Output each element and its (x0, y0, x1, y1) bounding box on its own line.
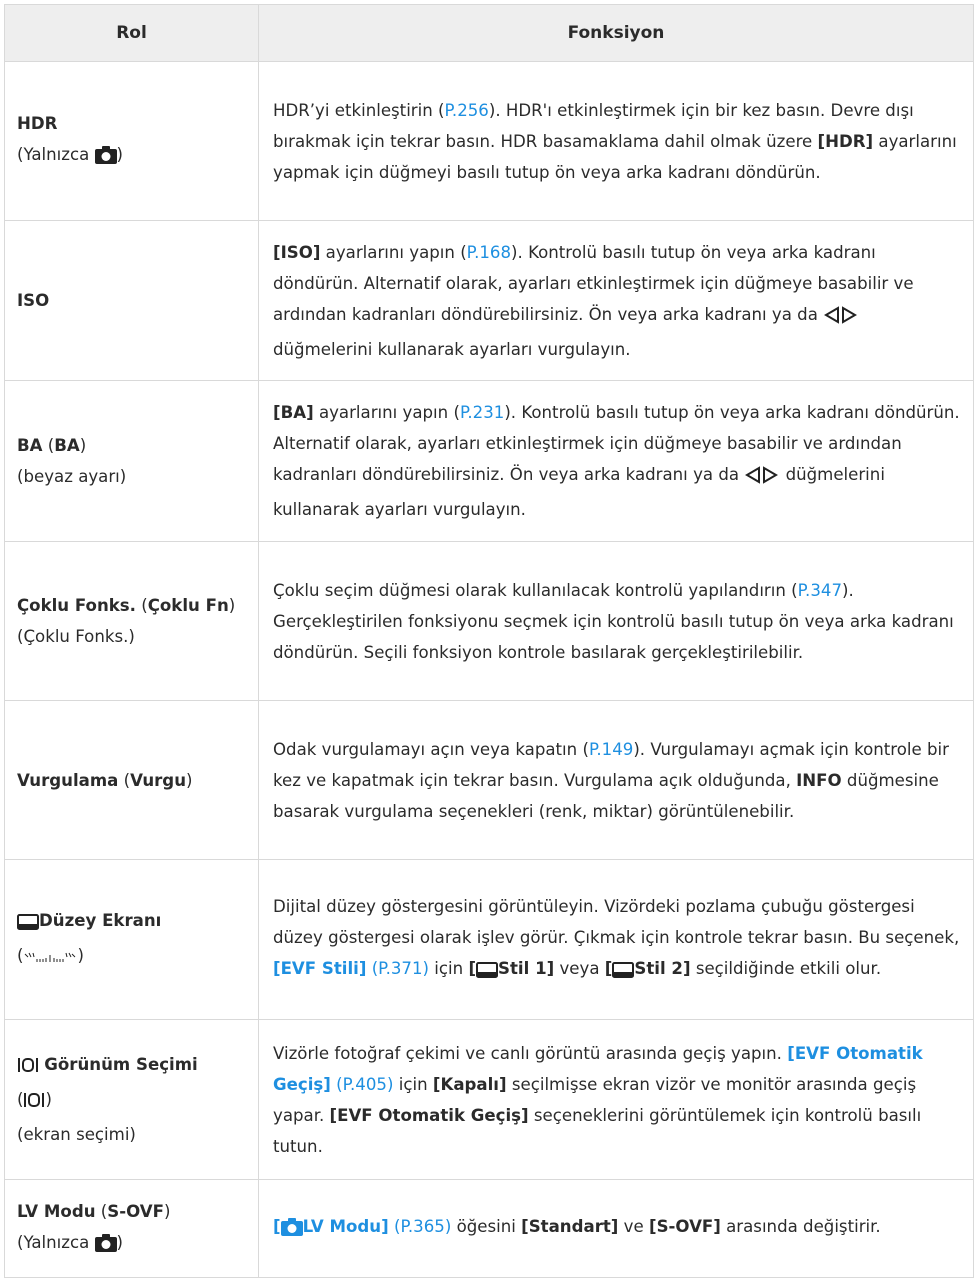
page-link[interactable]: P.347 (798, 581, 842, 600)
evf-style-icon (17, 909, 39, 940)
evf-style-icon (612, 957, 635, 988)
function-cell: Dijital düzey göstergesini görüntüleyin.… (258, 859, 974, 1020)
role-name: HDR (17, 114, 58, 133)
table-row-hdr: HDR (Yalnızca ) HDR’yi etkinleştirin (P.… (4, 61, 974, 221)
role-cell: Çoklu Fonks. (Çoklu Fn) (Çoklu Fonks.) (4, 541, 259, 701)
left-right-arrows-icon (823, 303, 859, 334)
role-name: ISO (17, 291, 50, 310)
role-name: BA (17, 436, 43, 455)
role-sub: (ekran seçimi) (17, 1125, 136, 1144)
camera-icon (94, 1231, 117, 1262)
table-row-multi-function: Çoklu Fonks. (Çoklu Fn) (Çoklu Fonks.) Ç… (4, 541, 974, 701)
role-name: Çoklu Fonks. (17, 596, 136, 615)
function-cell: Odak vurgulamayı açın veya kapatın (P.14… (258, 700, 974, 860)
table-row-iso: ISO [ISO] ayarlarını yapın (P.168). Kont… (4, 220, 974, 381)
camera-icon (280, 1215, 303, 1246)
function-cell: [ISO] ayarlarını yapın (P.168). Kontrolü… (258, 220, 974, 381)
role-cell: HDR (Yalnızca ) (4, 61, 259, 221)
table-row-level-display: Düzey Ekranı () Dijital düzey göstergesi… (4, 859, 974, 1020)
page-link[interactable]: P.231 (460, 403, 504, 422)
page-link[interactable]: P.149 (589, 740, 633, 759)
role-cell: Görünüm Seçimi () (ekran seçimi) (4, 1019, 259, 1180)
header-function: Fonksiyon (258, 4, 974, 62)
role-sub: (Yalnızca (17, 145, 95, 164)
function-cell: [BA] ayarlarını yapın (P.231). Kontrolü … (258, 380, 974, 542)
role-cell: BA (BA) (beyaz ayarı) (4, 380, 259, 542)
role-name: Görünüm Seçimi (44, 1055, 198, 1074)
view-select-icon (17, 1053, 39, 1084)
page-link[interactable]: P.168 (467, 243, 511, 262)
function-cell: Vizörle fotoğraf çekimi ve canlı görüntü… (258, 1019, 974, 1180)
level-gauge-icon (23, 944, 77, 975)
page-link[interactable]: (P.371) (372, 959, 429, 978)
table-row-view-selection: Görünüm Seçimi () (ekran seçimi) Vizörle… (4, 1019, 974, 1180)
page-link[interactable]: (P.365) (394, 1217, 451, 1236)
left-right-arrows-icon (744, 463, 780, 494)
view-select-icon (23, 1088, 45, 1119)
function-table: Rol Fonksiyon HDR (Yalnızca ) HDR’yi etk… (4, 4, 974, 1278)
evf-style-icon (476, 957, 499, 988)
table-header-row: Rol Fonksiyon (4, 4, 974, 62)
page-link[interactable]: P.256 (445, 101, 489, 120)
table-row-ba: BA (BA) (beyaz ayarı) [BA] ayarlarını ya… (4, 380, 974, 542)
header-role: Rol (4, 4, 259, 62)
function-cell: HDR’yi etkinleştirin (P.256). HDR'ı etki… (258, 61, 974, 221)
role-name: Vurgulama (17, 770, 119, 790)
page-link[interactable]: (P.405) (336, 1075, 393, 1094)
menu-link[interactable]: [EVF Stili] (273, 959, 366, 978)
table-row-peaking: Vurgulama (Vurgu) Odak vurgulamayı açın … (4, 700, 974, 860)
menu-link[interactable]: [LV Modu] (273, 1217, 389, 1236)
camera-icon (94, 143, 117, 174)
role-cell: Düzey Ekranı () (4, 859, 259, 1020)
role-cell: Vurgulama (Vurgu) (4, 700, 259, 860)
role-cell: ISO (4, 220, 259, 381)
function-cell: Çoklu seçim düğmesi olarak kullanılacak … (258, 541, 974, 701)
role-sub: (beyaz ayarı) (17, 467, 127, 486)
role-name: Düzey Ekranı (39, 910, 162, 930)
role-name: LV Modu (17, 1201, 96, 1221)
role-sub: (Yalnızca (17, 1232, 95, 1252)
role-sub: (Çoklu Fonks.) (17, 627, 135, 646)
